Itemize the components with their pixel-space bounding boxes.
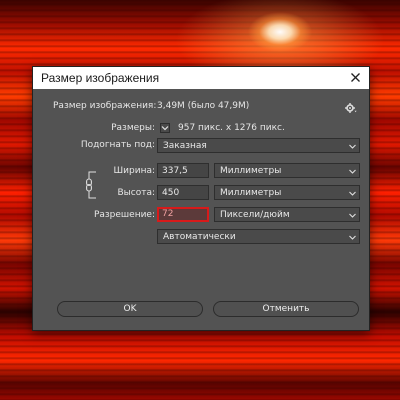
chevron-down-icon bbox=[349, 233, 356, 240]
resolution-unit-value: Пиксели/дюйм bbox=[220, 210, 290, 220]
resolution-unit-select[interactable]: Пиксели/дюйм bbox=[214, 207, 360, 222]
height-label: Высота: bbox=[117, 188, 155, 198]
height-unit-select[interactable]: Миллиметры bbox=[214, 185, 360, 200]
image-size-label: Размер изображения: bbox=[53, 101, 157, 111]
image-size-value: 3,49M (было 47,9M) bbox=[157, 101, 250, 111]
resolution-input[interactable]: 72 bbox=[157, 207, 209, 222]
height-input[interactable]: 450 bbox=[157, 185, 209, 200]
width-input[interactable]: 337,5 bbox=[157, 163, 209, 178]
resolution-label: Разрешение: bbox=[93, 210, 155, 220]
dimensions-unit-toggle[interactable] bbox=[160, 123, 170, 133]
resample-value: Автоматически bbox=[163, 232, 236, 242]
gear-icon[interactable] bbox=[345, 102, 357, 114]
width-label: Ширина: bbox=[113, 166, 155, 176]
dialog-title: Размер изображения bbox=[41, 71, 160, 85]
close-icon[interactable] bbox=[348, 70, 363, 85]
fit-to-value: Заказная bbox=[163, 141, 207, 151]
width-unit-value: Миллиметры bbox=[220, 166, 282, 176]
chevron-down-icon bbox=[349, 189, 356, 196]
chevron-down-icon bbox=[349, 211, 356, 218]
width-unit-select[interactable]: Миллиметры bbox=[214, 163, 360, 178]
image-size-dialog: Размер изображения Размер изображения: 3… bbox=[32, 66, 370, 331]
dimensions-value: 957 пикс. x 1276 пикс. bbox=[178, 123, 285, 133]
fit-to-label: Подогнать под: bbox=[80, 140, 155, 150]
resample-select[interactable]: Автоматически bbox=[157, 229, 360, 244]
dimensions-label: Размеры: bbox=[111, 123, 155, 133]
chevron-down-icon bbox=[349, 142, 356, 149]
height-unit-value: Миллиметры bbox=[220, 188, 282, 198]
ok-button[interactable]: OK bbox=[57, 301, 203, 317]
cancel-button[interactable]: Отменить bbox=[213, 301, 359, 317]
dialog-titlebar: Размер изображения bbox=[33, 67, 369, 89]
chevron-down-icon bbox=[349, 167, 356, 174]
fit-to-select[interactable]: Заказная bbox=[157, 138, 360, 153]
